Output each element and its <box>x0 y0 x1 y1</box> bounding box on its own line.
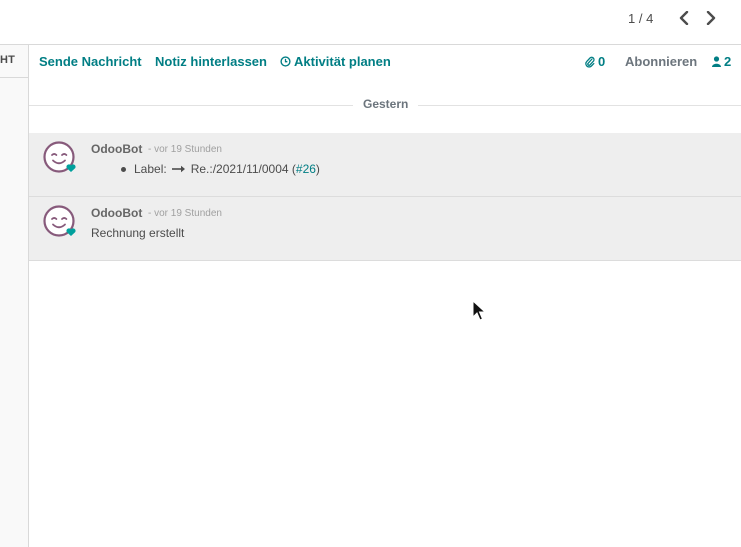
form-sheet-edge-label: HT <box>0 54 16 66</box>
attachments-button[interactable]: 0 <box>585 54 605 69</box>
attachments-count: 0 <box>598 54 606 69</box>
paperclip-icon <box>585 56 595 68</box>
user-icon <box>712 56 721 67</box>
chevron-left-icon <box>679 11 689 25</box>
send-message-button[interactable]: Sende Nachricht <box>39 54 142 69</box>
message-item: OdooBot - vor 19 Stunden Rechnung erstel… <box>29 197 741 261</box>
followers-count: 2 <box>724 54 732 69</box>
mouse-pointer-icon <box>472 300 486 321</box>
pager-next-button[interactable] <box>700 8 722 28</box>
odoobot-avatar[interactable] <box>43 205 77 239</box>
chevron-right-icon <box>706 11 716 25</box>
chatter: Sende Nachricht Notiz hinterlassen Aktiv… <box>29 45 741 547</box>
schedule-activity-button[interactable]: Aktivität planen <box>280 54 391 69</box>
tracking-value: Label: Re.:/2021/11/0004 (#26) <box>121 162 320 176</box>
message-author[interactable]: OdooBot <box>91 206 142 220</box>
date-separator: Gestern <box>29 95 741 117</box>
divider <box>0 77 28 78</box>
odoobot-avatar[interactable] <box>43 141 77 175</box>
chatter-topbar: Sende Nachricht Notiz hinterlassen Aktiv… <box>29 45 741 78</box>
message-item: OdooBot - vor 19 Stunden Label: Re.:/202… <box>29 133 741 197</box>
form-sheet-edge: HT <box>0 45 29 547</box>
control-panel: 1 / 4 <box>0 0 741 45</box>
message-date: - vor 19 Stunden <box>148 144 222 155</box>
message-author[interactable]: OdooBot <box>91 142 142 156</box>
message-body: Rechnung erstellt <box>91 226 185 240</box>
schedule-activity-label: Aktivität planen <box>294 54 391 69</box>
pager-previous-button[interactable] <box>673 8 695 28</box>
message-date: - vor 19 Stunden <box>148 208 222 219</box>
follow-button[interactable]: Abonnieren <box>625 54 697 69</box>
bullet-icon <box>121 166 126 172</box>
long-arrow-right-icon <box>171 165 185 173</box>
tracking-new-value: Re.:/2021/11/0004 (#26) <box>190 162 320 176</box>
pager-value[interactable]: 1 / 4 <box>628 11 653 26</box>
tracking-field-label: Label: <box>134 162 167 176</box>
record-reference-link[interactable]: #26 <box>296 162 316 176</box>
date-separator-label: Gestern <box>353 97 419 111</box>
clock-icon <box>280 56 291 67</box>
log-note-button[interactable]: Notiz hinterlassen <box>155 54 267 69</box>
followers-button[interactable]: 2 <box>712 54 731 69</box>
